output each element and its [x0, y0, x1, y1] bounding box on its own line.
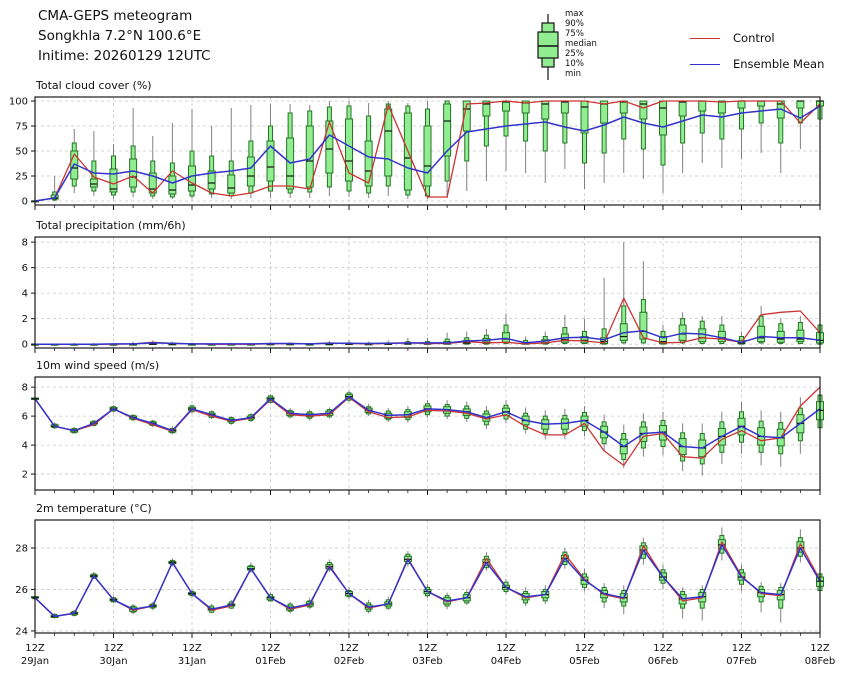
svg-text:12Z: 12Z: [261, 643, 281, 654]
svg-text:12Z: 12Z: [732, 643, 752, 654]
svg-text:29Jan: 29Jan: [21, 656, 49, 667]
svg-text:31Jan: 31Jan: [178, 656, 206, 667]
svg-text:12Z: 12Z: [182, 643, 202, 654]
svg-text:28: 28: [15, 543, 28, 554]
svg-text:25: 25: [15, 172, 28, 183]
svg-text:12Z: 12Z: [25, 643, 45, 654]
svg-text:05Feb: 05Feb: [569, 656, 599, 667]
svg-text:02Feb: 02Feb: [334, 656, 364, 667]
svg-text:08Feb: 08Feb: [805, 656, 835, 667]
svg-text:0: 0: [22, 340, 28, 351]
svg-text:03Feb: 03Feb: [412, 656, 442, 667]
svg-text:24: 24: [15, 626, 28, 637]
svg-text:01Feb: 01Feb: [255, 656, 285, 667]
meteogram-canvas: 025507510002468246824262812Z29Jan12Z30Ja…: [0, 0, 841, 680]
meteogram-page: CMA-GEPS meteogram Songkhla 7.2°N 100.6°…: [0, 0, 841, 680]
svg-text:0: 0: [22, 197, 28, 208]
svg-text:75: 75: [15, 122, 28, 133]
svg-text:12Z: 12Z: [339, 643, 359, 654]
svg-text:12Z: 12Z: [653, 643, 673, 654]
svg-text:04Feb: 04Feb: [491, 656, 521, 667]
svg-text:30Jan: 30Jan: [99, 656, 127, 667]
svg-text:12Z: 12Z: [810, 643, 830, 654]
svg-text:4: 4: [22, 289, 28, 300]
svg-text:2: 2: [22, 314, 28, 325]
svg-text:8: 8: [22, 383, 28, 394]
svg-text:12Z: 12Z: [496, 643, 516, 654]
svg-text:8: 8: [22, 238, 28, 249]
svg-text:26: 26: [15, 585, 28, 596]
svg-text:2: 2: [22, 470, 28, 481]
svg-text:4: 4: [22, 441, 28, 452]
svg-text:100: 100: [9, 97, 28, 108]
svg-text:50: 50: [15, 147, 28, 158]
svg-text:07Feb: 07Feb: [726, 656, 756, 667]
svg-text:6: 6: [22, 412, 28, 423]
svg-text:12Z: 12Z: [418, 643, 438, 654]
svg-text:06Feb: 06Feb: [648, 656, 678, 667]
svg-text:12Z: 12Z: [575, 643, 595, 654]
svg-text:12Z: 12Z: [104, 643, 124, 654]
svg-text:6: 6: [22, 263, 28, 274]
